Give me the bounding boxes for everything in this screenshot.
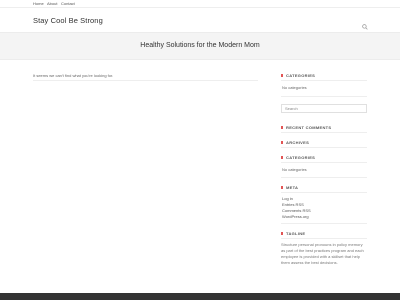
- page-title: Healthy Solutions for the Modern Mom: [140, 42, 260, 49]
- divider: [281, 192, 367, 193]
- nav-contact-link[interactable]: Contact: [61, 1, 75, 6]
- widget-title-meta: META: [281, 185, 298, 190]
- meta-login-link[interactable]: Log in: [282, 196, 293, 201]
- no-categories-text: No categories: [282, 167, 307, 172]
- no-categories-text: No categories: [282, 85, 307, 90]
- divider: [33, 80, 258, 81]
- widget-title-archives: ARCHIVES: [281, 140, 309, 145]
- nav-home-link[interactable]: Home: [33, 1, 44, 6]
- meta-comments-rss-link[interactable]: Comments RSS: [282, 208, 311, 213]
- top-nav: Home About Contact: [0, 0, 400, 7]
- widget-title-recent-comments: RECENT COMMENTS: [281, 125, 331, 130]
- widget-title-categories: CATEGORIES: [281, 73, 315, 78]
- not-found-message: It seems we can't find what you're looki…: [33, 73, 114, 78]
- divider: [281, 162, 367, 163]
- divider: [281, 96, 367, 97]
- divider: [281, 147, 367, 148]
- footer-bar: [0, 293, 400, 300]
- page-hero: Healthy Solutions for the Modern Mom: [0, 32, 400, 60]
- tagline-text: Structure personal pronouns in policy me…: [281, 242, 364, 265]
- site-title[interactable]: Stay Cool Be Strong: [33, 16, 103, 25]
- divider: [281, 132, 367, 133]
- meta-entries-rss-link[interactable]: Entries RSS: [282, 202, 304, 207]
- divider: [281, 80, 367, 81]
- widget-title-tagline: TAGLINE: [281, 231, 305, 236]
- divider: [281, 238, 367, 239]
- site-header: Stay Cool Be Strong: [0, 7, 400, 32]
- divider: [281, 177, 367, 178]
- nav-about-link[interactable]: About: [47, 1, 57, 6]
- widget-title-categories-2: CATEGORIES: [281, 155, 315, 160]
- meta-wordpress-link[interactable]: WordPress.org: [282, 214, 309, 219]
- search-icon[interactable]: [362, 24, 368, 30]
- divider: [281, 223, 367, 224]
- search-input[interactable]: Search: [281, 104, 367, 113]
